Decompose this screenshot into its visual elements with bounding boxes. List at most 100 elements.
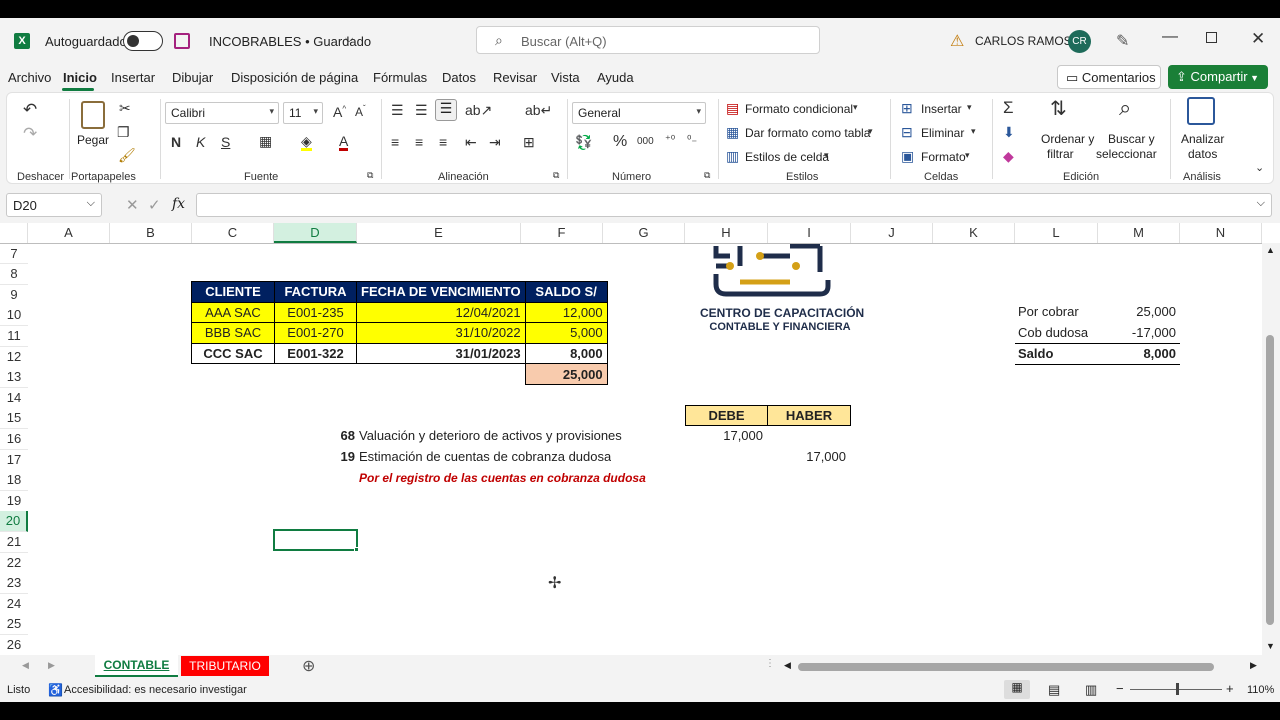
scroll-left-icon[interactable]: ◀ <box>784 660 791 671</box>
font-name-dropdown[interactable]: Calibri ▾ <box>165 102 279 124</box>
cell-styles-icon[interactable]: ▥ <box>726 149 739 163</box>
decrease-font-icon[interactable]: Aˇ <box>355 105 366 119</box>
column-header[interactable]: A <box>28 223 110 243</box>
row-header[interactable]: 18 <box>0 470 28 491</box>
decrease-indent-icon[interactable]: ⇤ <box>465 135 477 149</box>
summary-value[interactable]: 8,000 <box>1098 344 1176 365</box>
search-box[interactable]: ⌕ Buscar (Alt+Q) <box>476 26 820 54</box>
row-header[interactable]: 23 <box>0 573 28 594</box>
table-cell[interactable]: CCC SAC <box>191 342 275 365</box>
align-top-icon[interactable]: ☰ <box>391 103 404 117</box>
accessibility-icon[interactable]: ♿ <box>48 683 63 697</box>
chevron-down-icon[interactable]: ⌵ <box>345 33 353 46</box>
increase-indent-icon[interactable]: ⇥ <box>489 135 501 149</box>
tab-insertar[interactable]: Insertar <box>111 70 155 85</box>
format-cells-button[interactable]: Formato <box>921 150 966 164</box>
format-cells-icon[interactable]: ▣ <box>901 149 914 163</box>
column-header[interactable]: K <box>933 223 1015 243</box>
column-header[interactable]: B <box>110 223 192 243</box>
pen-icon[interactable]: ✎ <box>1116 31 1129 51</box>
summary-label[interactable]: Cob dudosa <box>1018 323 1088 344</box>
tab-ayuda[interactable]: Ayuda <box>597 70 634 85</box>
next-sheet-icon[interactable]: ▶ <box>48 660 55 671</box>
dialog-launcher-icon[interactable]: ⧉ <box>367 171 373 180</box>
fill-color-icon[interactable]: ◈ <box>301 134 312 151</box>
summary-label[interactable]: Por cobrar <box>1018 302 1079 323</box>
column-header[interactable]: H <box>685 223 768 243</box>
insert-cells-button[interactable]: Insertar <box>921 102 962 116</box>
row-header[interactable]: 9 <box>0 285 28 306</box>
table-cell[interactable]: E001-322 <box>274 342 357 365</box>
table-cell[interactable]: BBB SAC <box>191 322 275 344</box>
table-cell[interactable]: 31/01/2023 <box>356 342 526 365</box>
cell-styles-button[interactable]: Estilos de celda <box>745 150 829 164</box>
haber-header[interactable]: HABER <box>767 405 851 426</box>
paste-icon[interactable] <box>81 101 105 129</box>
decrease-decimal-icon[interactable]: ⁰₋ <box>687 135 697 146</box>
tab-datos[interactable]: Datos <box>442 70 476 85</box>
accessibility-status[interactable]: Accesibilidad: es necesario investigar <box>64 684 247 696</box>
bold-button[interactable]: N <box>171 135 181 149</box>
merge-center-icon[interactable]: ⊞ <box>523 135 535 149</box>
account-code[interactable]: 68 <box>320 426 355 447</box>
increase-font-icon[interactable]: A^ <box>333 105 346 119</box>
borders-icon[interactable]: ▦ <box>259 134 272 148</box>
tab-inicio[interactable]: Inicio <box>63 70 97 85</box>
zoom-in-icon[interactable]: + <box>1226 681 1234 696</box>
restore-icon[interactable] <box>1206 32 1217 43</box>
chevron-down-icon[interactable]: ▾ <box>967 103 972 112</box>
account-description[interactable]: Valuación y deterioro de activos y provi… <box>359 426 622 447</box>
comments-button[interactable]: ▭ Comentarios <box>1057 65 1161 89</box>
row-header[interactable]: 13 <box>0 367 28 388</box>
table-cell[interactable]: 5,000 <box>524 322 608 344</box>
chevron-down-icon[interactable]: ▾ <box>824 151 829 160</box>
delete-cells-icon[interactable]: ⊟ <box>901 125 913 139</box>
scroll-thumb[interactable] <box>1266 335 1274 625</box>
align-bottom-icon[interactable]: ☰ <box>435 99 457 121</box>
column-header[interactable]: E <box>357 223 521 243</box>
column-header[interactable]: N <box>1180 223 1262 243</box>
align-right-icon[interactable]: ≡ <box>439 135 447 149</box>
tab-disposicion[interactable]: Disposición de página <box>231 70 358 85</box>
row-header[interactable]: 24 <box>0 594 28 615</box>
row-header[interactable]: 22 <box>0 553 28 574</box>
dialog-launcher-icon[interactable]: ⧉ <box>553 171 559 180</box>
paste-button[interactable]: Pegar <box>77 133 109 147</box>
cancel-icon[interactable]: ✕ <box>126 196 139 214</box>
tab-formulas[interactable]: Fórmulas <box>373 70 427 85</box>
increase-decimal-icon[interactable]: ⁺⁰ <box>665 135 675 146</box>
zoom-level[interactable]: 110% <box>1247 684 1274 696</box>
find-select-icon[interactable]: ⌕ <box>1119 97 1131 119</box>
summary-value[interactable]: -17,000 <box>1098 323 1176 344</box>
conditional-format-button[interactable]: Formato condicional <box>745 102 853 116</box>
chevron-down-icon[interactable]: ▾ <box>853 103 858 112</box>
redo-icon[interactable]: ↷ <box>23 125 37 142</box>
clear-icon[interactable]: ◆ <box>1003 149 1014 163</box>
row-header[interactable]: 8 <box>0 264 28 285</box>
insert-cells-icon[interactable]: ⊞ <box>901 101 913 115</box>
journal-gloss[interactable]: Por el registro de las cuentas en cobran… <box>359 468 646 489</box>
autosave-toggle[interactable] <box>123 31 163 51</box>
cut-icon[interactable]: ✂ <box>119 101 131 115</box>
scroll-down-icon[interactable]: ▼ <box>1266 641 1275 651</box>
horizontal-scroll-thumb[interactable] <box>798 663 1214 671</box>
find-select-button[interactable]: Buscar y <box>1108 132 1155 146</box>
minimize-icon[interactable]: — <box>1162 28 1178 46</box>
autosum-icon[interactable]: Σ <box>1003 99 1014 116</box>
column-header[interactable]: G <box>603 223 685 243</box>
row-header[interactable]: 25 <box>0 614 28 635</box>
row-header[interactable]: 7 <box>0 244 28 264</box>
wrap-text-icon[interactable]: ab↵ <box>525 103 552 117</box>
fill-handle[interactable] <box>354 547 359 552</box>
save-icon[interactable] <box>174 33 190 49</box>
undo-icon[interactable]: ↶ <box>23 101 37 118</box>
formula-input[interactable]: ⌵ <box>196 193 1272 217</box>
row-header[interactable]: 19 <box>0 491 28 512</box>
share-button[interactable]: ⇪ Compartir ▼ <box>1168 65 1268 89</box>
row-header[interactable]: 21 <box>0 532 28 553</box>
scroll-right-icon[interactable]: ▶ <box>1250 660 1257 671</box>
tab-revisar[interactable]: Revisar <box>493 70 537 85</box>
table-cell[interactable]: AAA SAC <box>191 301 275 324</box>
analyze-data-icon[interactable] <box>1187 97 1215 125</box>
active-cell[interactable] <box>273 529 358 551</box>
